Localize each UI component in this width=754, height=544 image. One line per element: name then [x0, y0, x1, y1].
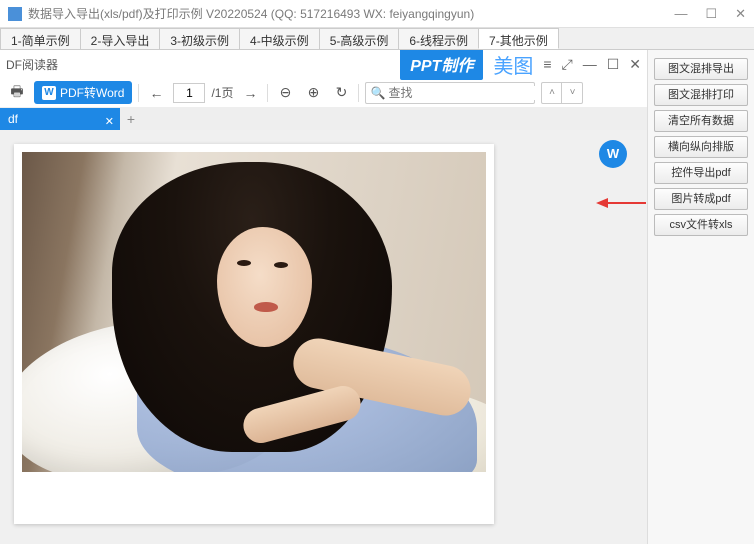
action-mixed-print[interactable]: 图文混排打印	[654, 84, 748, 106]
tab-other[interactable]: 7-其他示例	[478, 28, 559, 49]
search-box[interactable]: 🔍	[365, 82, 535, 104]
action-clear-all[interactable]: 清空所有数据	[654, 110, 748, 132]
window-controls: — ☐ ✕	[674, 6, 746, 22]
print-icon[interactable]: 🖶	[6, 82, 28, 104]
action-mixed-export[interactable]: 图文混排导出	[654, 58, 748, 80]
separator	[358, 84, 359, 102]
tab-advanced[interactable]: 5-高级示例	[319, 28, 400, 49]
left-pane: DF阅读器 PPT制作 美图 ≡ ⤢ — ☐ ✕ 🖶 W PDF转Word ← …	[0, 50, 648, 544]
titlebar: 数据导入导出(xls/pdf)及打印示例 V20220524 (QQ: 5172…	[0, 0, 754, 28]
pdf-to-word-label: PDF转Word	[60, 84, 124, 101]
pdf-toolbar: 🖶 W PDF转Word ← /1页 → ⊖ ⊕ ↻ 🔍 ˄ ˅	[0, 78, 647, 108]
menu-icon[interactable]: ≡	[543, 56, 551, 72]
app-icon	[8, 7, 22, 21]
close-button[interactable]: ✕	[735, 6, 746, 22]
right-action-pane: 图文混排导出 图文混排打印 清空所有数据 横向纵向排版 控件导出pdf 图片转成…	[648, 50, 754, 544]
tab-thread[interactable]: 6-线程示例	[398, 28, 479, 49]
tab-simple[interactable]: 1-简单示例	[0, 28, 81, 49]
reader-minimize-button[interactable]: —	[583, 56, 597, 72]
tab-import-export[interactable]: 2-导入导出	[80, 28, 161, 49]
search-prev-icon[interactable]: ˄	[542, 83, 562, 103]
reader-title: DF阅读器	[6, 56, 394, 73]
prev-page-icon[interactable]: ←	[145, 82, 167, 104]
word-icon: W	[42, 86, 56, 100]
ppt-badge[interactable]: PPT制作	[400, 50, 483, 80]
reader-window-controls: ≡ ⤢ — ☐ ✕	[543, 56, 641, 73]
action-control-export-pdf[interactable]: 控件导出pdf	[654, 162, 748, 184]
main-tabs: 1-简单示例 2-导入导出 3-初级示例 4-中级示例 5-高级示例 6-线程示…	[0, 28, 754, 50]
search-next-icon[interactable]: ˅	[562, 83, 582, 103]
meitu-badge[interactable]: 美图	[489, 50, 537, 79]
file-tabs: df ✕ +	[0, 108, 647, 130]
action-layout-orient[interactable]: 横向纵向排版	[654, 136, 748, 158]
action-image-to-pdf[interactable]: 图片转成pdf	[654, 188, 748, 210]
window-title: 数据导入导出(xls/pdf)及打印示例 V20220524 (QQ: 5172…	[28, 5, 674, 22]
minimize-button[interactable]: —	[674, 6, 687, 21]
document-viewport[interactable]: W	[0, 130, 647, 544]
reader-header: DF阅读器 PPT制作 美图 ≡ ⤢ — ☐ ✕	[0, 50, 647, 78]
tab-basic[interactable]: 3-初级示例	[159, 28, 240, 49]
search-icon: 🔍	[370, 86, 385, 100]
search-nav: ˄ ˅	[541, 82, 583, 104]
separator	[138, 84, 139, 102]
zoom-in-icon[interactable]: ⊕	[302, 82, 324, 104]
document-page	[14, 144, 494, 524]
reader-maximize-button[interactable]: ☐	[607, 56, 620, 73]
next-page-icon[interactable]: →	[239, 82, 261, 104]
pdf-to-word-button[interactable]: W PDF转Word	[34, 81, 132, 104]
action-csv-to-xls[interactable]: csv文件转xls	[654, 214, 748, 236]
maximize-button[interactable]: ☐	[705, 6, 717, 22]
tab-intermediate[interactable]: 4-中级示例	[239, 28, 320, 49]
fullscreen-icon[interactable]: ⤢	[562, 56, 573, 73]
page-number-input[interactable]	[173, 83, 205, 103]
page-total-label: /1页	[211, 84, 233, 101]
reader-close-button[interactable]: ✕	[629, 56, 641, 73]
add-file-tab-button[interactable]: +	[120, 108, 142, 130]
word-float-icon[interactable]: W	[599, 140, 627, 168]
separator	[267, 84, 268, 102]
file-tab-label: df	[8, 112, 18, 126]
zoom-out-icon[interactable]: ⊖	[274, 82, 296, 104]
main-area: DF阅读器 PPT制作 美图 ≡ ⤢ — ☐ ✕ 🖶 W PDF转Word ← …	[0, 50, 754, 544]
search-input[interactable]	[388, 86, 543, 100]
rotate-icon[interactable]: ↻	[330, 82, 352, 104]
file-tab[interactable]: df ✕	[0, 108, 120, 130]
photo-content	[22, 152, 486, 472]
